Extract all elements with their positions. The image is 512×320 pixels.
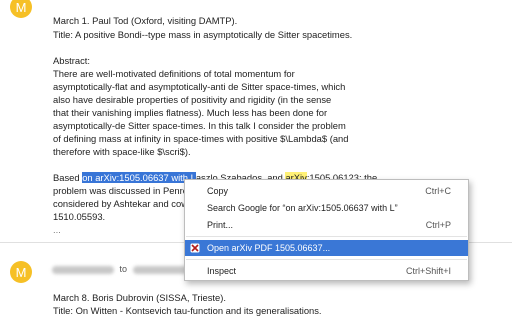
show-trimmed-content[interactable]: ... <box>53 224 61 236</box>
menu-item-label: Search Google for “on arXiv:1505.06637 w… <box>207 203 398 213</box>
message-line: problem was discussed in Penro <box>53 185 188 197</box>
message-line: asymptotically-flat and asymptotically-a… <box>53 81 346 92</box>
message-line: of defining mass at infinity in space-ti… <box>53 133 349 144</box>
text-fragment: Based <box>53 172 83 183</box>
message-line: therefore with space-like $\scri$). <box>53 146 191 157</box>
menu-item-shortcut: Ctrl+P <box>425 220 451 230</box>
message-header: to <box>52 264 193 274</box>
message-line: Title: A positive Bondi--type mass in as… <box>53 29 353 40</box>
context-menu: Copy Ctrl+C Search Google for “on arXiv:… <box>184 179 469 281</box>
message-line: asymptotically-de Sitter space-times. In… <box>53 120 346 131</box>
menu-item-print[interactable]: Print... Ctrl+P <box>185 217 468 233</box>
message-line: Abstract: <box>53 55 90 66</box>
menu-item-search-google[interactable]: Search Google for “on arXiv:1505.06637 w… <box>185 200 468 216</box>
menu-item-label: Open arXiv PDF 1505.06637... <box>207 243 331 253</box>
avatar-letter: M <box>15 0 27 15</box>
sender-name-redacted <box>52 265 114 274</box>
menu-item-shortcut: Ctrl+Shift+I <box>405 266 451 276</box>
message-line: considered by Ashtekar and cowo <box>53 198 194 209</box>
arxiv-extension-icon <box>190 243 200 253</box>
menu-item-inspect[interactable]: Inspect Ctrl+Shift+I <box>185 263 468 279</box>
menu-item-label: Print... <box>207 220 234 230</box>
menu-separator <box>186 236 467 237</box>
menu-item-label: Copy <box>207 186 229 196</box>
avatar-letter: M <box>15 264 27 280</box>
avatar[interactable]: M <box>10 0 32 18</box>
to-label: to <box>119 264 128 274</box>
menu-item-copy[interactable]: Copy Ctrl+C <box>185 183 468 199</box>
menu-item-label: Inspect <box>207 266 237 276</box>
message-line: 1510.05593. <box>53 211 106 222</box>
avatar[interactable]: M <box>10 261 32 283</box>
message-line: March 8. Boris Dubrovin (SISSA, Trieste)… <box>53 292 226 303</box>
message-line: There are well-motivated definitions of … <box>53 68 295 79</box>
menu-item-open-arxiv-pdf[interactable]: Open arXiv PDF 1505.06637... <box>185 240 468 256</box>
menu-item-shortcut: Ctrl+C <box>425 186 451 196</box>
selected-text[interactable]: on arXiv:1505.06637 with L <box>82 172 196 183</box>
message-line: Title: On Witten - Kontsevich tau-functi… <box>53 305 322 316</box>
menu-separator <box>186 259 467 260</box>
message-line: that their vanishing implies flatness). … <box>53 107 328 118</box>
text-fragment: problem was discussed in <box>53 185 163 196</box>
message-line: also have desirable properties of positi… <box>53 94 332 105</box>
message-line: March 1. Paul Tod (Oxford, visiting DAMT… <box>53 15 238 26</box>
